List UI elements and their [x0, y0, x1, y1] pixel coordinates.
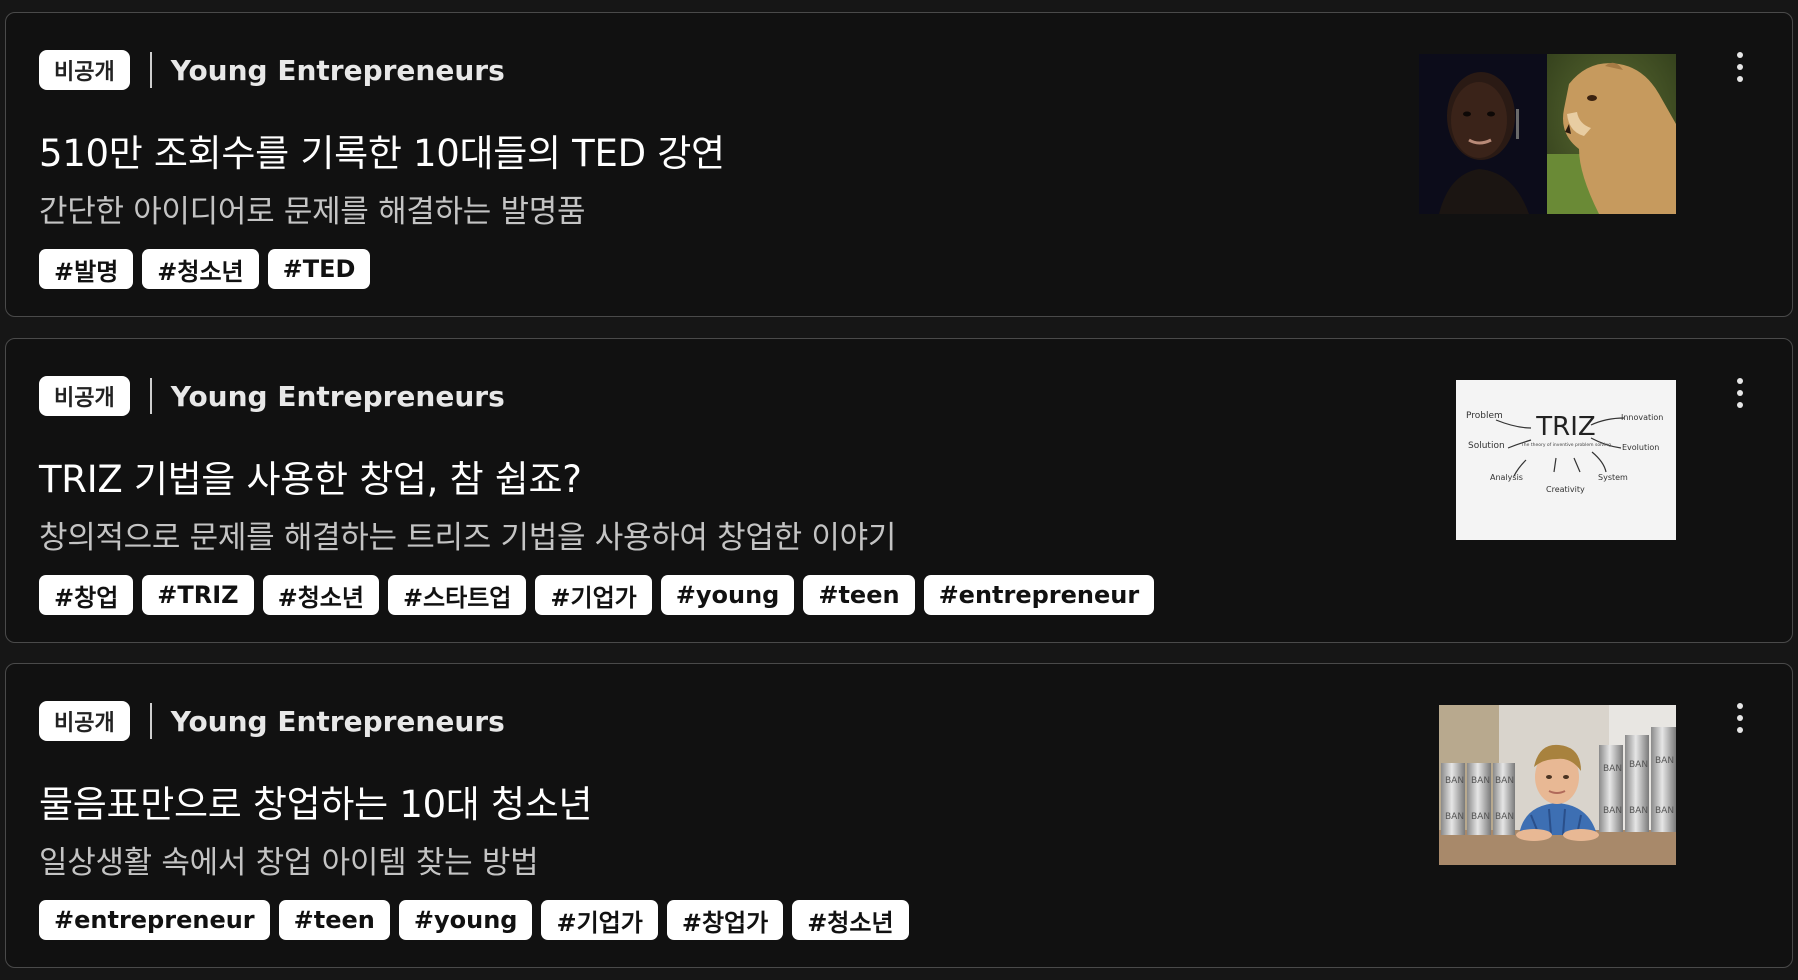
can-label: BAN	[1603, 806, 1622, 816]
thumbnail-image: TRIZ The theory of inventive problem sol…	[1456, 380, 1676, 540]
can-label: BAN	[1471, 812, 1490, 822]
visibility-badge: 비공개	[39, 376, 130, 416]
video-title[interactable]: 510만 조회수를 기록한 10대들의 TED 강연	[39, 123, 725, 177]
tag[interactable]: #청소년	[142, 249, 259, 289]
can-label: BAN	[1471, 776, 1490, 786]
tag-list: #entrepreneur #teen #young #기업가 #창업가 #청소…	[39, 900, 918, 940]
video-subtitle: 창의적으로 문제를 해결하는 트리즈 기법을 사용하여 창업한 이야기	[39, 520, 897, 556]
meta-divider	[149, 703, 152, 739]
tag[interactable]: #TRIZ	[142, 575, 254, 615]
tag[interactable]: #발명	[39, 249, 134, 289]
tag[interactable]: #young	[398, 900, 533, 940]
channel-name[interactable]: Young Entrepreneurs	[171, 54, 505, 87]
video-card[interactable]: 비공개 Young Entrepreneurs 물음표만으로 창업하는 10대 …	[5, 663, 1793, 968]
can-label: BAN	[1495, 776, 1514, 786]
thumbnail-word: Evolution	[1622, 443, 1659, 452]
tag[interactable]: #창업	[39, 575, 134, 615]
can-label: BAN	[1629, 760, 1648, 770]
channel-name[interactable]: Young Entrepreneurs	[171, 380, 505, 413]
tag[interactable]: #teen	[803, 575, 915, 615]
visibility-badge: 비공개	[39, 701, 130, 741]
tag[interactable]: #기업가	[541, 900, 658, 940]
channel-name[interactable]: Young Entrepreneurs	[171, 705, 505, 738]
can-label: BAN	[1629, 806, 1648, 816]
card-meta: 비공개 Young Entrepreneurs	[39, 50, 505, 90]
thumbnail-word: Analysis	[1490, 473, 1523, 482]
visibility-badge: 비공개	[39, 50, 130, 90]
thumbnail-image: BAN BAN BAN BAN BAN BAN BAN BAN BAN BAN …	[1439, 705, 1676, 865]
more-options-icon[interactable]	[1728, 373, 1752, 413]
video-subtitle: 일상생활 속에서 창업 아이템 찾는 방법	[39, 845, 539, 881]
can-label: BAN	[1655, 756, 1674, 766]
more-options-icon[interactable]	[1728, 698, 1752, 738]
thumbnail-word: Innovation	[1621, 413, 1663, 422]
can-label: BAN	[1495, 812, 1514, 822]
thumbnail-triz-subtitle: The theory of inventive problem solving	[1520, 442, 1611, 448]
card-meta: 비공개 Young Entrepreneurs	[39, 701, 505, 741]
tag[interactable]: #기업가	[535, 575, 652, 615]
video-thumbnail[interactable]	[1419, 54, 1676, 214]
tag[interactable]: #entrepreneur	[39, 900, 270, 940]
can-label: BAN	[1655, 806, 1674, 816]
thumbnail-word: System	[1598, 473, 1628, 482]
tag[interactable]: #창업가	[666, 900, 784, 940]
tag-list: #발명 #청소년 #TED	[39, 249, 379, 289]
video-card[interactable]: 비공개 Young Entrepreneurs TRIZ 기법을 사용한 창업,…	[5, 338, 1793, 643]
more-options-icon[interactable]	[1728, 47, 1752, 87]
video-title[interactable]: TRIZ 기법을 사용한 창업, 참 쉽죠?	[39, 449, 582, 503]
can-label: BAN	[1445, 812, 1464, 822]
tag[interactable]: #young	[660, 575, 795, 615]
tag[interactable]: #entrepreneur	[923, 575, 1155, 615]
video-title[interactable]: 물음표만으로 창업하는 10대 청소년	[39, 774, 593, 828]
tag[interactable]: #청소년	[792, 900, 909, 940]
thumbnail-word: Problem	[1466, 411, 1503, 421]
thumbnail-triz-title: TRIZ	[1535, 412, 1595, 442]
tag[interactable]: #청소년	[262, 575, 379, 615]
video-thumbnail[interactable]: BAN BAN BAN BAN BAN BAN BAN BAN BAN BAN …	[1439, 705, 1676, 865]
thumbnail-word: Solution	[1468, 441, 1505, 451]
tag[interactable]: #스타트업	[387, 575, 527, 615]
meta-divider	[149, 52, 152, 88]
can-label: BAN	[1603, 764, 1622, 774]
tag-list: #창업 #TRIZ #청소년 #스타트업 #기업가 #young #teen #…	[39, 575, 1163, 615]
thumbnail-image	[1419, 54, 1676, 214]
video-subtitle: 간단한 아이디어로 문제를 해결하는 발명품	[39, 194, 586, 230]
can-label: BAN	[1445, 776, 1464, 786]
tag[interactable]: #teen	[278, 900, 390, 940]
tag[interactable]: #TED	[267, 249, 371, 289]
card-meta: 비공개 Young Entrepreneurs	[39, 376, 505, 416]
video-thumbnail[interactable]: TRIZ The theory of inventive problem sol…	[1456, 380, 1676, 540]
video-card[interactable]: 비공개 Young Entrepreneurs 510만 조회수를 기록한 10…	[5, 12, 1793, 317]
thumbnail-word: Creativity	[1546, 485, 1585, 494]
meta-divider	[149, 378, 152, 414]
